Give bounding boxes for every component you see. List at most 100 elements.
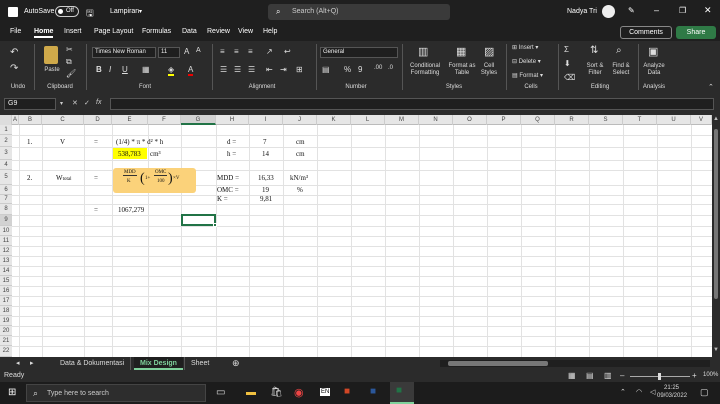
number-format-select[interactable]: General bbox=[320, 47, 398, 58]
format-cells-button[interactable]: ▤ Format ▾ bbox=[512, 73, 543, 80]
col-header-d[interactable]: D bbox=[84, 115, 112, 125]
col-header-h[interactable]: H bbox=[216, 115, 249, 125]
font-grow-icon[interactable]: A bbox=[184, 47, 189, 56]
row-header-1[interactable]: 1 bbox=[0, 125, 12, 135]
col-header-b[interactable]: B bbox=[19, 115, 42, 125]
zoom-out-icon[interactable]: – bbox=[620, 371, 624, 380]
zoom-level[interactable]: 100% bbox=[703, 372, 718, 378]
cell-i7[interactable]: 9,81 bbox=[260, 195, 272, 203]
font-size-select[interactable]: 11 bbox=[158, 47, 180, 58]
store-icon[interactable]: 🛍 bbox=[270, 387, 283, 398]
notification-icon[interactable]: ▢ bbox=[700, 387, 709, 398]
row-header-4[interactable]: 4 bbox=[0, 160, 12, 170]
search-box[interactable]: ⌕ Search (Alt+Q) bbox=[268, 4, 450, 20]
cell-j5[interactable]: kN/m³ bbox=[290, 174, 308, 182]
paste-icon[interactable] bbox=[44, 46, 58, 64]
font-shrink-icon[interactable]: A bbox=[196, 47, 201, 54]
cell-h6[interactable]: OMC = bbox=[217, 186, 239, 194]
bold-button[interactable]: B bbox=[96, 65, 102, 74]
undo-icon[interactable]: ↶ bbox=[10, 47, 18, 58]
col-header-f[interactable]: F bbox=[148, 115, 181, 125]
tab-view[interactable]: View bbox=[238, 28, 253, 35]
align-left-icon[interactable]: ☰ bbox=[220, 65, 227, 74]
close-icon[interactable]: ✕ bbox=[704, 5, 712, 16]
cell-h7[interactable]: K = bbox=[217, 195, 228, 203]
selected-cell-g9[interactable] bbox=[181, 214, 216, 226]
font-name-select[interactable]: Times New Roman bbox=[92, 47, 156, 58]
merge-center-icon[interactable]: ⊞ bbox=[296, 65, 303, 74]
cell-c2[interactable]: V bbox=[60, 138, 65, 146]
conditional-formatting-icon[interactable]: ▥ bbox=[418, 45, 428, 58]
tab-data[interactable]: Data bbox=[182, 28, 197, 35]
underline-button[interactable]: U bbox=[122, 65, 128, 74]
row-header-10[interactable]: 10 bbox=[0, 226, 12, 236]
sort-filter-icon[interactable]: ⇅ bbox=[590, 45, 598, 56]
row-header-21[interactable]: 21 bbox=[0, 336, 12, 346]
conditional-formatting-button[interactable]: Conditional Formatting bbox=[404, 63, 446, 77]
cell-b2[interactable]: 1. bbox=[27, 138, 32, 146]
clear-icon[interactable]: ⌫ bbox=[564, 73, 575, 82]
paste-button[interactable]: Paste bbox=[40, 67, 64, 74]
cell-i2[interactable]: 7 bbox=[263, 138, 267, 146]
row-header-17[interactable]: 17 bbox=[0, 296, 12, 306]
vertical-scroll-thumb[interactable] bbox=[714, 129, 718, 299]
row-header-16[interactable]: 16 bbox=[0, 286, 12, 296]
row-header-8[interactable]: 8 bbox=[0, 204, 12, 215]
format-painter-icon[interactable]: 🖌 bbox=[66, 69, 76, 78]
cell-h3[interactable]: h = bbox=[227, 150, 236, 158]
word-icon[interactable]: ■ bbox=[370, 386, 376, 397]
row-header-2[interactable]: 2 bbox=[0, 135, 12, 147]
indent-icon[interactable]: ⇤ bbox=[266, 65, 273, 74]
sheet-tab-data-dokumentasi[interactable]: Data & Dokumentasi bbox=[54, 357, 132, 370]
row-header-5[interactable]: 5 bbox=[0, 170, 12, 185]
wifi-icon[interactable]: ◠ bbox=[636, 388, 642, 396]
name-box[interactable]: G9 bbox=[4, 98, 56, 110]
tab-formulas[interactable]: Formulas bbox=[142, 28, 171, 35]
save-icon[interactable]: 🖫 bbox=[86, 6, 94, 22]
cell-d8[interactable]: = bbox=[94, 206, 98, 214]
restore-icon[interactable]: ❐ bbox=[679, 6, 686, 15]
cell-h5[interactable]: MDD = bbox=[217, 174, 239, 182]
row-header-6[interactable]: 6 bbox=[0, 185, 12, 195]
tab-help[interactable]: Help bbox=[263, 28, 277, 35]
outdent-icon[interactable]: ⇥ bbox=[280, 65, 287, 74]
col-header-a[interactable]: A bbox=[12, 115, 19, 125]
minimize-icon[interactable]: – bbox=[654, 5, 659, 15]
col-header-v[interactable]: V bbox=[691, 115, 712, 125]
align-top-icon[interactable]: ≡ bbox=[220, 47, 225, 56]
cell-e8[interactable]: 1067,279 bbox=[118, 206, 144, 214]
clock-time[interactable]: 21:25 bbox=[664, 385, 679, 391]
excel-taskbar-button[interactable]: ■ bbox=[390, 382, 414, 404]
accounting-icon[interactable]: ▤ bbox=[322, 65, 330, 74]
col-header-n[interactable]: N bbox=[419, 115, 453, 125]
fill-icon[interactable]: ⬇ bbox=[564, 59, 571, 68]
align-right-icon[interactable]: ☰ bbox=[248, 65, 255, 74]
chevron-down-icon[interactable]: ▾ bbox=[60, 100, 63, 107]
tab-insert[interactable]: Insert bbox=[64, 28, 82, 35]
user-name[interactable]: Nadya Tri bbox=[567, 8, 597, 15]
cell-i3[interactable]: 14 bbox=[262, 150, 269, 158]
share-button[interactable]: Share bbox=[676, 26, 716, 39]
col-header-e[interactable]: E bbox=[112, 115, 148, 125]
align-center-icon[interactable]: ☰ bbox=[234, 65, 241, 74]
row-header-22[interactable]: 22 bbox=[0, 346, 12, 357]
redo-icon[interactable]: ↷ bbox=[10, 63, 18, 74]
page-break-view-icon[interactable]: ▥ bbox=[604, 371, 612, 380]
cut-icon[interactable]: ✂ bbox=[66, 45, 73, 54]
sheet-tab-sheet[interactable]: Sheet bbox=[184, 357, 215, 370]
find-select-button[interactable]: Find & Select bbox=[608, 63, 634, 77]
col-header-s[interactable]: S bbox=[589, 115, 623, 125]
pen-icon[interactable]: ✎ bbox=[628, 6, 635, 15]
cancel-icon[interactable]: ✕ bbox=[72, 99, 78, 107]
page-layout-view-icon[interactable]: ▤ bbox=[586, 371, 594, 380]
italic-button[interactable]: I bbox=[109, 65, 111, 74]
find-select-icon[interactable]: ⌕ bbox=[616, 45, 622, 56]
cell-j6[interactable]: % bbox=[297, 186, 303, 194]
col-header-j[interactable]: J bbox=[283, 115, 317, 125]
autosave-toggle[interactable]: Off bbox=[55, 6, 79, 17]
clock-date[interactable]: 09/03/2022 bbox=[657, 393, 687, 399]
cell-e2[interactable]: (1/4) * π * d² * h bbox=[116, 138, 163, 146]
formula-equation-box[interactable]: MDD K ( 1+ OMC 100 ) ×V bbox=[113, 168, 196, 193]
tab-home[interactable]: Home bbox=[34, 28, 54, 38]
row-header-11[interactable]: 11 bbox=[0, 236, 12, 246]
